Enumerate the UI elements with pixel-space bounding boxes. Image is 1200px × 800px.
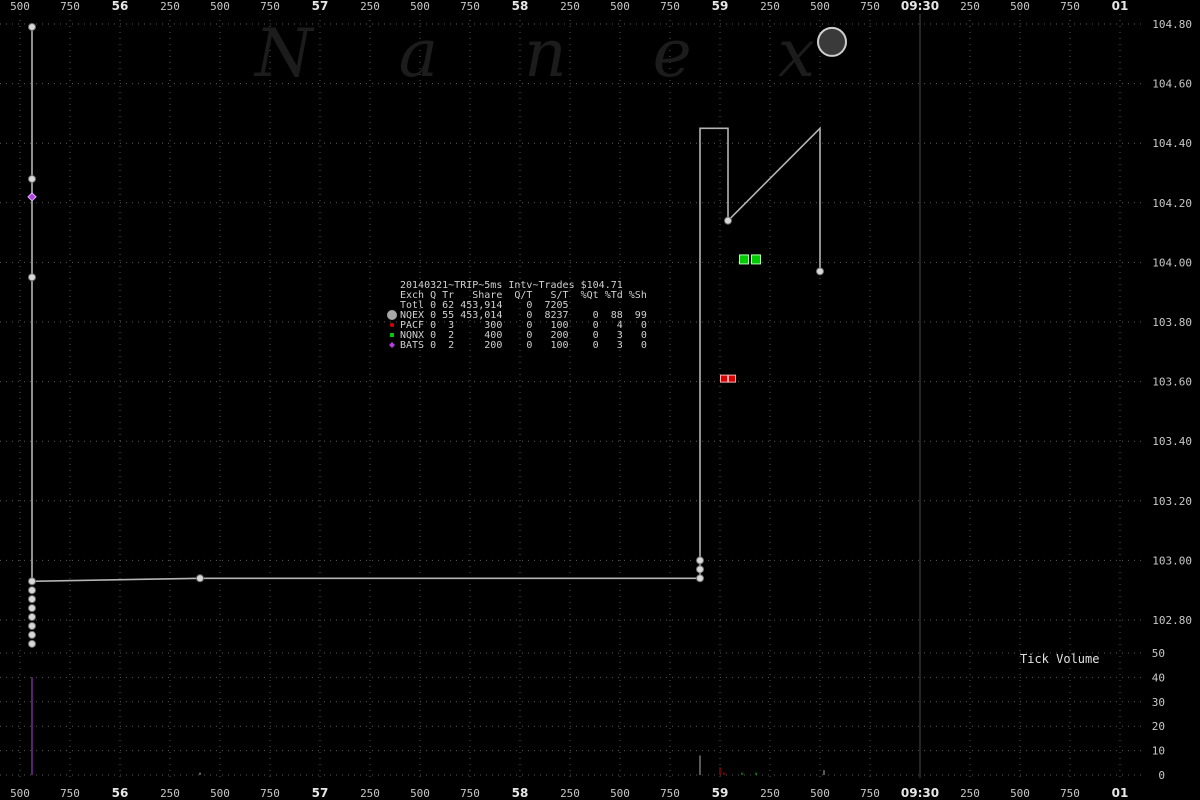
legend-marker-circle	[387, 310, 397, 320]
x-tick-label: 500	[1010, 0, 1030, 13]
x-tick-label: 01	[1112, 0, 1129, 13]
trade-marker-nqex	[28, 595, 36, 604]
volume-tick-label: 30	[1152, 696, 1165, 709]
y-tick-label: 104.60	[1152, 78, 1192, 91]
trade-marker-nqex	[28, 586, 36, 595]
volume-tick-label: 50	[1152, 647, 1165, 660]
trade-marker-nqex	[696, 574, 704, 583]
x-tick-label: 01	[1112, 786, 1129, 800]
x-tick-label: 500	[410, 0, 430, 13]
volume-tick-label: 20	[1152, 720, 1165, 733]
y-tick-label: 103.00	[1152, 554, 1192, 567]
x-tick-label: 57	[312, 786, 329, 800]
trade-marker-nqex	[196, 574, 204, 583]
trade-marker-pacf	[720, 374, 728, 383]
x-tick-label: 750	[860, 0, 880, 13]
x-tick-label: 750	[860, 787, 880, 800]
trade-marker-nqex	[817, 26, 847, 57]
trade-marker-nqex	[28, 577, 36, 586]
y-tick-label: 104.20	[1152, 197, 1192, 210]
x-tick-label: 750	[60, 787, 80, 800]
trade-marker-nqex	[28, 630, 36, 639]
y-tick-label: 103.40	[1152, 435, 1192, 448]
y-tick-label: 104.80	[1152, 18, 1192, 31]
x-tick-label: 500	[210, 0, 230, 13]
x-tick-label: 500	[210, 787, 230, 800]
trade-marker-pacf	[728, 374, 736, 383]
x-tick-label: 500	[610, 0, 630, 13]
legend-row: BATS 0 2 200 0 100 0 3 0	[389, 340, 647, 351]
trade-marker-nqex	[28, 613, 36, 622]
chart-canvas: Nanex 500 750 56 250 500 750 57 250 500 750 58 250 5…	[0, 0, 1200, 800]
x-tick-label: 250	[560, 0, 580, 13]
trade-marker-nqex	[696, 565, 704, 574]
x-tick-label: 250	[360, 787, 380, 800]
y-tick-label: 103.60	[1152, 376, 1192, 389]
trade-marker-nqnx	[751, 254, 761, 265]
x-tick-label: 250	[760, 0, 780, 13]
x-tick-label: 56	[112, 786, 129, 800]
x-tick-label: 250	[960, 787, 980, 800]
x-tick-label: 58	[512, 0, 529, 13]
x-tick-label: 09:30	[901, 786, 939, 800]
chart-legend: 20140321~TRIP~5ms Intv~Trades $104.71 Ex…	[387, 280, 647, 351]
x-tick-label: 59	[712, 0, 729, 13]
x-tick-label: 750	[60, 0, 80, 13]
x-tick-label: 750	[460, 0, 480, 13]
x-tick-label: 500	[610, 787, 630, 800]
x-tick-label: 500	[1010, 787, 1030, 800]
volume-tick-label: 0	[1158, 769, 1165, 782]
trade-marker-nqex	[28, 604, 36, 613]
x-axis-top: 500 750 56 250 500 750 57 250 500 750 58 250 500 750 5…	[10, 0, 1128, 13]
trade-marker-nqnx	[739, 254, 749, 265]
y-tick-label: 102.80	[1152, 614, 1192, 627]
trade-marker-nqex	[28, 22, 36, 31]
y-tick-label: 103.80	[1152, 316, 1192, 329]
volume-tick-label: 40	[1152, 671, 1165, 684]
x-tick-label: 250	[760, 787, 780, 800]
tick-volume-label: Tick Volume	[1020, 652, 1099, 666]
x-tick-label: 750	[660, 787, 680, 800]
x-tick-label: 09:30	[901, 0, 939, 13]
x-tick-label: 500	[410, 787, 430, 800]
trade-marker-nqex	[28, 621, 36, 630]
trade-marker-nqex	[28, 174, 36, 183]
volume-tick-label: 10	[1152, 745, 1165, 758]
x-tick-label: 750	[660, 0, 680, 13]
x-tick-label: 750	[1060, 0, 1080, 13]
trade-marker-nqex	[696, 556, 704, 565]
x-tick-label: 250	[360, 0, 380, 13]
trade-marker-nqex	[28, 273, 36, 282]
x-tick-label: 250	[560, 787, 580, 800]
x-tick-label: 58	[512, 786, 529, 800]
x-tick-label: 250	[160, 787, 180, 800]
x-tick-label: 57	[312, 0, 329, 13]
trade-marker-nqex	[28, 639, 36, 648]
x-tick-label: 59	[712, 786, 729, 800]
x-tick-label: 750	[460, 787, 480, 800]
x-tick-label: 500	[810, 0, 830, 13]
x-tick-label: 56	[112, 0, 129, 13]
y-tick-label: 104.00	[1152, 256, 1192, 269]
x-tick-label: 750	[260, 787, 280, 800]
x-tick-label: 750	[1060, 787, 1080, 800]
x-tick-label: 750	[260, 0, 280, 13]
y-tick-label: 104.40	[1152, 137, 1192, 150]
x-axis-bottom: 500 750 56 250 500 750 57 250 500 750 58 250 500 750 5…	[10, 786, 1128, 800]
legend-row-text: BATS 0 2 200 0 100 0 3 0	[400, 340, 647, 351]
x-tick-label: 250	[160, 0, 180, 13]
trade-marker-nqex	[816, 267, 824, 276]
trade-marker-nqex	[724, 216, 732, 225]
legend-marker-square	[390, 333, 394, 337]
x-tick-label: 500	[10, 787, 30, 800]
y-tick-label: 103.20	[1152, 495, 1192, 508]
x-tick-label: 500	[10, 0, 30, 13]
x-tick-label: 250	[960, 0, 980, 13]
x-tick-label: 500	[810, 787, 830, 800]
legend-marker-dot	[390, 323, 394, 327]
